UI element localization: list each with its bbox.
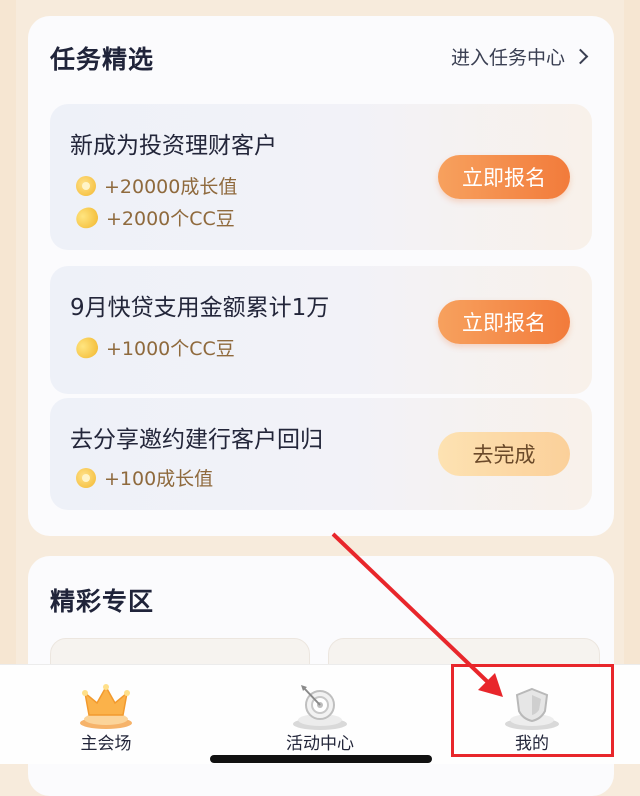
annotation-arrow-icon <box>331 532 503 697</box>
home-indicator <box>210 755 432 763</box>
